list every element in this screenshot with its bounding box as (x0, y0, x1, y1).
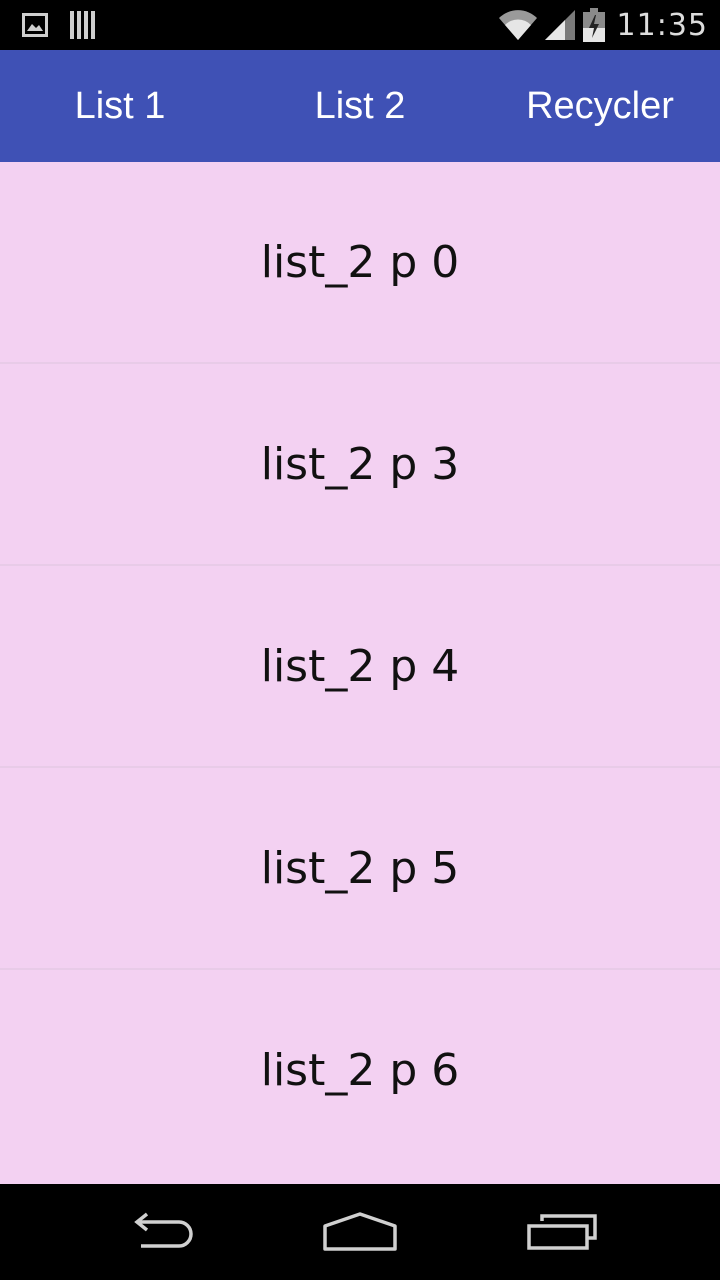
wifi-icon (498, 10, 537, 40)
home-button[interactable] (315, 1206, 405, 1258)
status-time: 11:35 (616, 7, 708, 43)
cell-signal-icon (544, 10, 575, 40)
home-icon (322, 1212, 398, 1252)
recent-apps-icon (526, 1213, 598, 1251)
list-item[interactable]: list_2 p 3 (0, 364, 720, 566)
list-view[interactable]: list_2 p 0 list_2 p 3 list_2 p 4 list_2 … (0, 162, 720, 1184)
screen: 11:35 List 1 List 2 Recycler list_2 p 0 … (0, 0, 720, 1280)
list-item[interactable]: list_2 p 5 (0, 768, 720, 970)
tab-recycler[interactable]: Recycler (480, 50, 720, 162)
back-button[interactable] (115, 1206, 205, 1258)
recent-apps-button[interactable] (517, 1206, 607, 1258)
navigation-bar (0, 1184, 720, 1280)
tab-list-2[interactable]: List 2 (240, 50, 480, 162)
status-bar: 11:35 (0, 0, 720, 50)
barcode-notification-icon (70, 11, 96, 39)
list-item[interactable]: list_2 p 6 (0, 970, 720, 1170)
battery-charging-icon (582, 8, 605, 42)
system-status: 11:35 (498, 6, 708, 44)
tab-bar: List 1 List 2 Recycler (0, 50, 720, 162)
notification-icons (22, 10, 96, 40)
list-item[interactable]: list_2 p 4 (0, 566, 720, 768)
gallery-notification-icon (22, 13, 48, 37)
tab-list-1[interactable]: List 1 (0, 50, 240, 162)
back-icon (125, 1212, 195, 1252)
list-item[interactable]: list_2 p 0 (0, 162, 720, 364)
